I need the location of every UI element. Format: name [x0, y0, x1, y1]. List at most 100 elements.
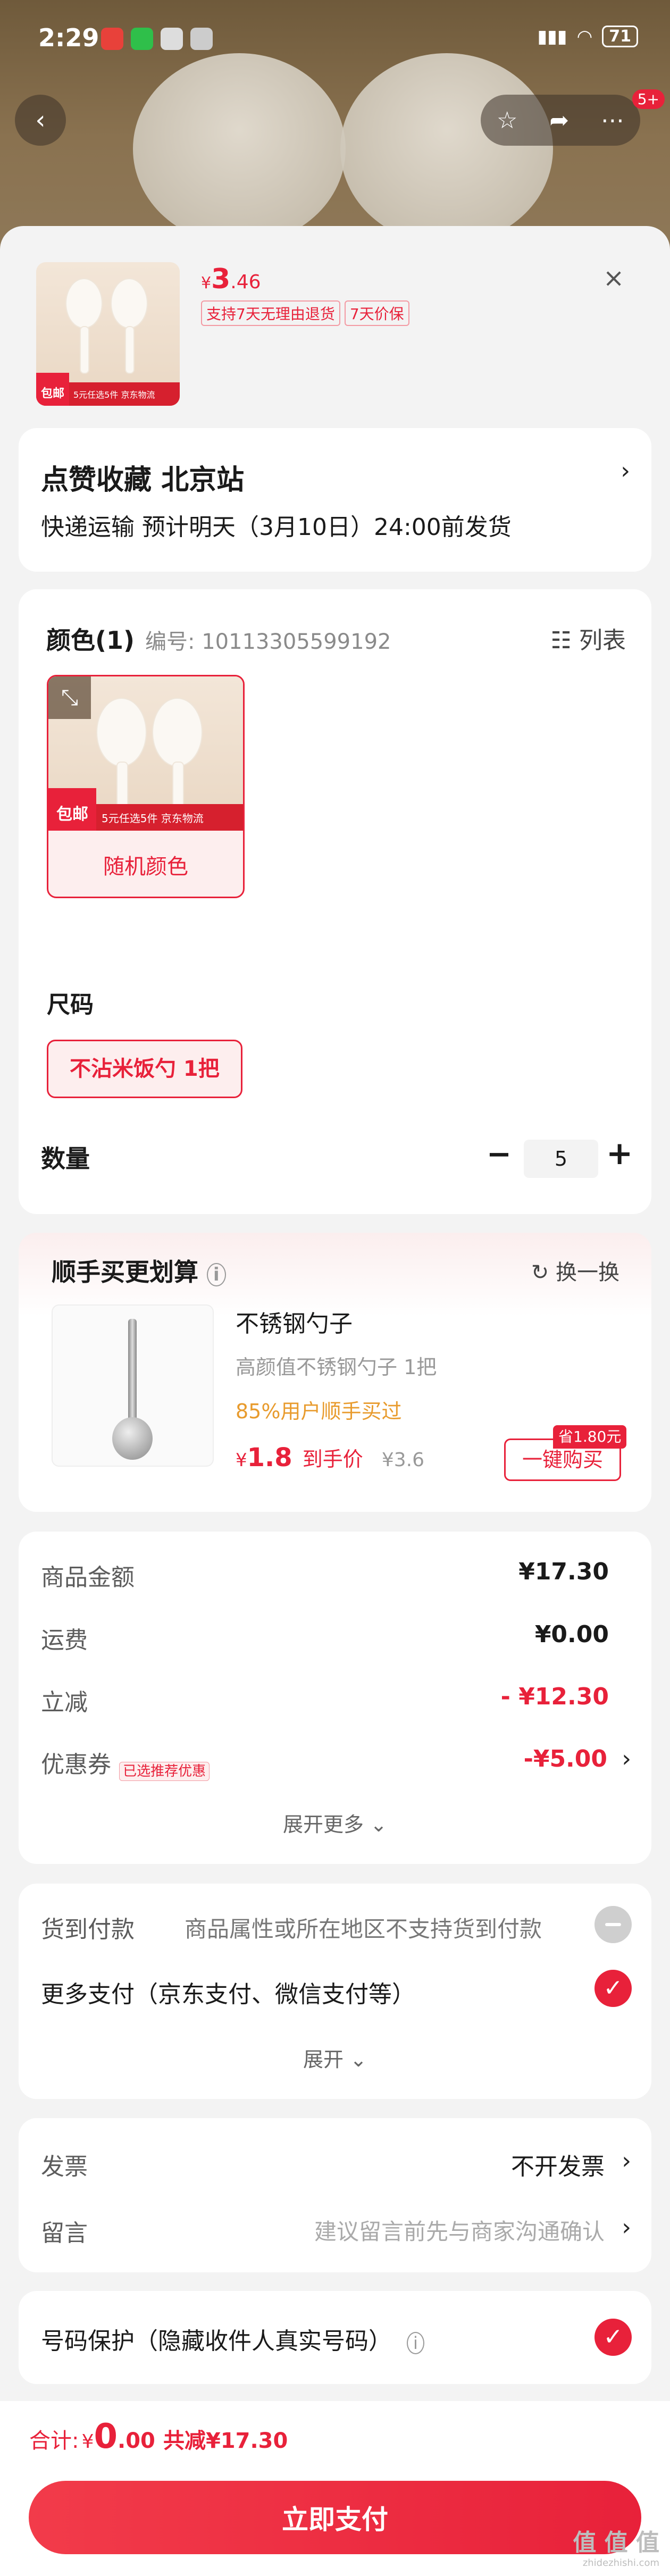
quantity-increase-button[interactable]: +	[606, 1135, 633, 1172]
note-label: 留言	[41, 2220, 88, 2247]
info-icon[interactable]: i	[407, 2332, 424, 2354]
options-card: 颜色(1) 编号: 10113305599192 ☷ 列表 ⤡ 5元任选5件 京…	[19, 589, 651, 1214]
app-notification-icon	[101, 28, 123, 50]
savings-badge: 省1.80元	[553, 1425, 627, 1449]
cod-label: 货到付款	[41, 1916, 135, 1943]
battery-indicator: 71	[602, 26, 638, 47]
currency: ¥	[236, 1450, 247, 1471]
chevron-right-icon: ›	[622, 1745, 631, 1772]
info-icon[interactable]: i	[207, 1263, 226, 1286]
top-actions: ☆ ➦ ⋯	[481, 95, 640, 146]
discount-value: - ¥12.30	[500, 1683, 609, 1710]
privacy-label: 号码保护（隐藏收件人真实号码） i	[41, 2322, 424, 2356]
chevron-left-icon: ‹	[35, 105, 46, 135]
coupon-value: -¥5.00	[523, 1745, 607, 1772]
payment-card: 货到付款 商品属性或所在地区不支持货到付款 更多支付（京东支付、微信支付等） ✓…	[19, 1884, 651, 2099]
coupon-label: 优惠券	[41, 1751, 111, 1778]
total-discount: 共减¥17.30	[163, 2429, 288, 2453]
addon-popularity: 85%用户顺手买过	[236, 1400, 402, 1423]
chevron-right-icon: ›	[622, 2147, 631, 2174]
quantity-decrease-button[interactable]: −	[487, 1137, 512, 1172]
size-title: 尺码	[47, 991, 94, 1018]
favorite-star-icon[interactable]: ☆	[497, 107, 517, 134]
delivery-info: 快递运输 预计明天（3月10日）24:00前发货	[41, 514, 512, 541]
addon-name: 不锈钢勺子	[236, 1310, 353, 1337]
swap-label: 换一换	[556, 1260, 619, 1285]
free-shipping-tag: 包邮	[48, 788, 96, 831]
invoice-card: 发票 不开发票 › 留言 建议留言前先与商家沟通确认 ›	[19, 2118, 651, 2272]
price-protect-tag: 7天价保	[344, 300, 409, 326]
subtotal-label: 商品金额	[41, 1564, 135, 1591]
color-title: 颜色(1)	[46, 626, 135, 655]
watermark-text: 值 值 值	[573, 2529, 659, 2556]
invoice-row[interactable]: 发票 不开发票 ›	[41, 2147, 631, 2180]
invoice-value: 不开发票	[511, 2153, 605, 2180]
back-button[interactable]: ‹	[15, 95, 66, 146]
privacy-card: 号码保护（隐藏收件人真实号码） i ✓	[19, 2291, 651, 2384]
discount-label: 立减	[41, 1689, 88, 1716]
sku-label: 编号: 10113305599192	[145, 630, 391, 654]
list-label: 列表	[579, 627, 626, 654]
spoon-head	[96, 698, 147, 767]
addon-card: 顺手买更划算 i ↻ 换一换 不锈钢勺子 高颜值不锈钢勺子 1把 85%用户顺手…	[19, 1233, 651, 1512]
color-option-label: 随机颜色	[103, 855, 188, 879]
return-policy-tag: 支持7天无理由退货	[201, 300, 340, 326]
shipping-fee-value: ¥0.00	[534, 1621, 609, 1648]
note-row[interactable]: 留言 建议留言前先与商家沟通确认 ›	[41, 2214, 631, 2247]
price-label: 到手价	[302, 1448, 363, 1471]
currency: ¥	[201, 274, 212, 292]
cod-disabled-icon	[594, 1906, 632, 1943]
spoon-image-right	[340, 53, 553, 245]
chevron-right-icon: ›	[622, 2214, 631, 2241]
product-price: ¥3.46	[201, 263, 261, 295]
watermark-url: zhidezhishi.com	[582, 2557, 659, 2569]
wechat-icon	[131, 28, 153, 50]
price-value: 1.8	[247, 1443, 292, 1473]
chevron-down-icon: ⌄	[370, 1813, 387, 1836]
chevron-right-icon: ›	[621, 457, 630, 484]
product-thumbnail[interactable]: 5元任选5件 京东物流 包邮	[36, 262, 180, 406]
spoon-head	[112, 1417, 153, 1460]
spoon-handle	[125, 326, 135, 374]
list-view-toggle[interactable]: ☷ 列表	[551, 621, 626, 655]
addon-description: 高颜值不锈钢勺子 1把	[236, 1356, 437, 1379]
expand-icon[interactable]: ⤡	[48, 676, 91, 719]
total-price: 合计: ¥0.00 共减¥17.30	[29, 2417, 288, 2456]
addon-price: ¥1.8 到手价 ¥3.6	[236, 1443, 424, 1473]
expand-label: 展开	[303, 2048, 344, 2071]
close-icon[interactable]: ×	[603, 263, 624, 293]
privacy-label-text: 号码保护（隐藏收件人真实号码）	[41, 2328, 392, 2355]
price-summary-card: 商品金额 ¥17.30 运费 ¥0.00 立减 - ¥12.30 优惠券 已选推…	[19, 1532, 651, 1864]
total-label: 合计:	[29, 2429, 79, 2453]
shipping-card[interactable]: 点赞收藏 北京站 › 快递运输 预计明天（3月10日）24:00前发货	[19, 428, 651, 572]
total-dec: .00	[118, 2429, 155, 2453]
more-payment-label: 更多支付（京东支付、微信支付等）	[41, 1981, 415, 2008]
chevron-down-icon: ⌄	[350, 2048, 367, 2071]
total-int: 0	[94, 2417, 118, 2456]
quantity-title: 数量	[41, 1144, 90, 1173]
list-icon: ☷	[550, 627, 572, 654]
note-placeholder: 建议留言前先与商家沟通确认	[314, 2219, 605, 2245]
addon-title-text: 顺手买更划算	[52, 1258, 198, 1286]
quantity-input[interactable]: 5	[524, 1140, 598, 1178]
signal-icon: ▮▮▮	[537, 26, 567, 47]
swap-button[interactable]: ↻ 换一换	[531, 1255, 619, 1286]
payment-expand-button[interactable]: 展开 ⌄	[19, 2043, 651, 2072]
size-option[interactable]: 不沾米饭勺 1把	[47, 1040, 242, 1098]
app-notification-icon	[190, 28, 213, 50]
spoon-handle	[80, 326, 89, 374]
more-icon[interactable]: ⋯	[601, 107, 624, 134]
addon-product-image[interactable]	[52, 1304, 214, 1467]
privacy-checkbox[interactable]: ✓	[594, 2319, 632, 2356]
free-shipping-tag: 包邮	[36, 373, 69, 406]
currency: ¥	[81, 2431, 94, 2453]
pay-now-button[interactable]: 立即支付	[29, 2481, 641, 2554]
expand-more-button[interactable]: 展开更多 ⌄	[19, 1808, 651, 1837]
more-payment-checkbox[interactable]: ✓	[594, 1970, 632, 2007]
color-option-card[interactable]: ⤡ 5元任选5件 京东物流 包邮 随机颜色	[47, 675, 245, 898]
price-dec: .46	[230, 271, 261, 293]
share-icon[interactable]: ➦	[549, 107, 569, 134]
shipping-fee-label: 运费	[41, 1627, 88, 1654]
invoice-label: 发票	[41, 2153, 88, 2180]
coupon-row[interactable]: 优惠券 已选推荐优惠 -¥5.00 ›	[41, 1745, 631, 1781]
